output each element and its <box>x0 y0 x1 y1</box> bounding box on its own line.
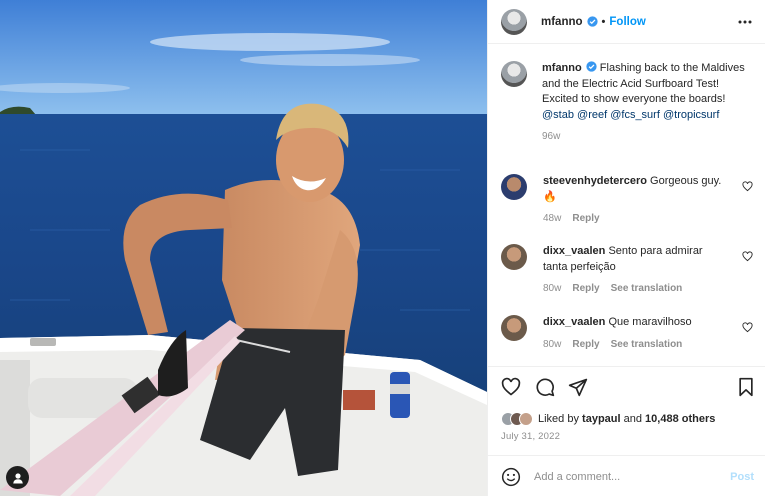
author-avatar[interactable] <box>501 8 527 35</box>
add-comment-bar: Post <box>488 455 765 496</box>
caption-avatar[interactable] <box>501 61 527 87</box>
mention-link[interactable]: @stab <box>542 109 574 121</box>
action-bar <box>501 377 756 399</box>
comment-time[interactable]: 80w <box>543 337 561 353</box>
comment-meta: 80w Reply See translation <box>543 337 725 353</box>
add-comment-input[interactable] <box>534 470 714 483</box>
post-actions-section: Liked by taypaul and 10,488 others July … <box>488 366 765 496</box>
more-options-icon <box>738 20 752 23</box>
commenter-avatar[interactable] <box>501 315 527 341</box>
post-photo[interactable] <box>0 0 487 496</box>
mention-link[interactable]: @reef <box>577 109 607 121</box>
comment-like-heart-icon[interactable] <box>742 322 753 333</box>
comment-item: steevenhydetercero Gorgeous guy. 🔥 48w R… <box>501 174 753 227</box>
comment-body: dixx_vaalen Que maravilhoso 80w Reply Se… <box>543 315 725 352</box>
liker-avatar <box>519 412 533 426</box>
mention-link[interactable]: @fcs_surf <box>610 109 660 121</box>
commenter-username[interactable]: dixx_vaalen <box>543 316 605 328</box>
comment-item: dixx_vaalen Que maravilhoso 80w Reply Se… <box>501 315 753 352</box>
emoji-icon[interactable] <box>501 467 521 487</box>
see-translation-button[interactable]: See translation <box>611 337 683 353</box>
likes-prefix: Liked by <box>538 413 579 425</box>
heart-icon[interactable] <box>501 377 521 397</box>
commenter-username[interactable]: dixx_vaalen <box>543 245 605 257</box>
likes-count-link[interactable]: 10,488 others <box>645 413 715 425</box>
comment-time[interactable]: 80w <box>543 281 561 297</box>
caption-meta: 96w <box>542 129 747 145</box>
comment-meta: 80w Reply See translation <box>543 281 725 297</box>
commenter-avatar[interactable] <box>501 244 527 270</box>
comment-body: steevenhydetercero Gorgeous guy. 🔥 48w R… <box>543 174 725 227</box>
comment-like-heart-icon[interactable] <box>742 251 753 262</box>
post-header: mfanno • Follow <box>488 0 765 44</box>
verified-badge-icon <box>586 61 597 72</box>
bookmark-icon[interactable] <box>736 377 756 397</box>
surfer-photo-illustration <box>0 0 487 496</box>
caption-time[interactable]: 96w <box>542 129 560 145</box>
caption-username[interactable]: mfanno <box>542 62 582 74</box>
post-caption: mfanno Flashing back to the Maldives and… <box>501 61 751 145</box>
likes-summary: Liked by taypaul and 10,488 others <box>501 412 715 426</box>
mention-link[interactable]: @tropicsurf <box>663 109 719 121</box>
likes-and: and <box>623 413 642 425</box>
reply-button[interactable]: Reply <box>572 281 599 297</box>
commenter-avatar[interactable] <box>501 174 527 200</box>
commenter-username[interactable]: steevenhydetercero <box>543 175 647 187</box>
liker-username[interactable]: taypaul <box>582 413 621 425</box>
comment-text: Que maravilhoso <box>608 316 692 328</box>
user-tag-icon <box>12 472 23 483</box>
comment-icon[interactable] <box>535 377 555 397</box>
comment-meta: 48w Reply <box>543 211 725 227</box>
reply-button[interactable]: Reply <box>572 337 599 353</box>
comment-time[interactable]: 48w <box>543 211 561 227</box>
follow-button[interactable]: Follow <box>609 16 645 28</box>
comment-item: dixx_vaalen Sento para admirar tanta per… <box>501 244 753 297</box>
reply-button[interactable]: Reply <box>572 211 599 227</box>
likes-text: Liked by taypaul and 10,488 others <box>538 413 715 425</box>
comment-body: dixx_vaalen Sento para admirar tanta per… <box>543 244 725 297</box>
post-date[interactable]: July 31, 2022 <box>501 431 560 442</box>
share-icon[interactable] <box>568 377 588 397</box>
author-username[interactable]: mfanno <box>541 16 583 28</box>
comment-like-heart-icon[interactable] <box>742 181 753 192</box>
instagram-post: mfanno • Follow mfanno Flashing back to … <box>0 0 765 496</box>
post-comment-button[interactable]: Post <box>730 471 754 483</box>
verified-badge-icon <box>586 16 598 27</box>
user-tag-button[interactable] <box>6 466 29 489</box>
header-separator: • <box>601 15 606 28</box>
more-options-button[interactable] <box>736 13 754 31</box>
caption-body: mfanno Flashing back to the Maldives and… <box>542 61 747 145</box>
post-side-panel: mfanno • Follow mfanno Flashing back to … <box>487 0 765 496</box>
see-translation-button[interactable]: See translation <box>611 281 683 297</box>
